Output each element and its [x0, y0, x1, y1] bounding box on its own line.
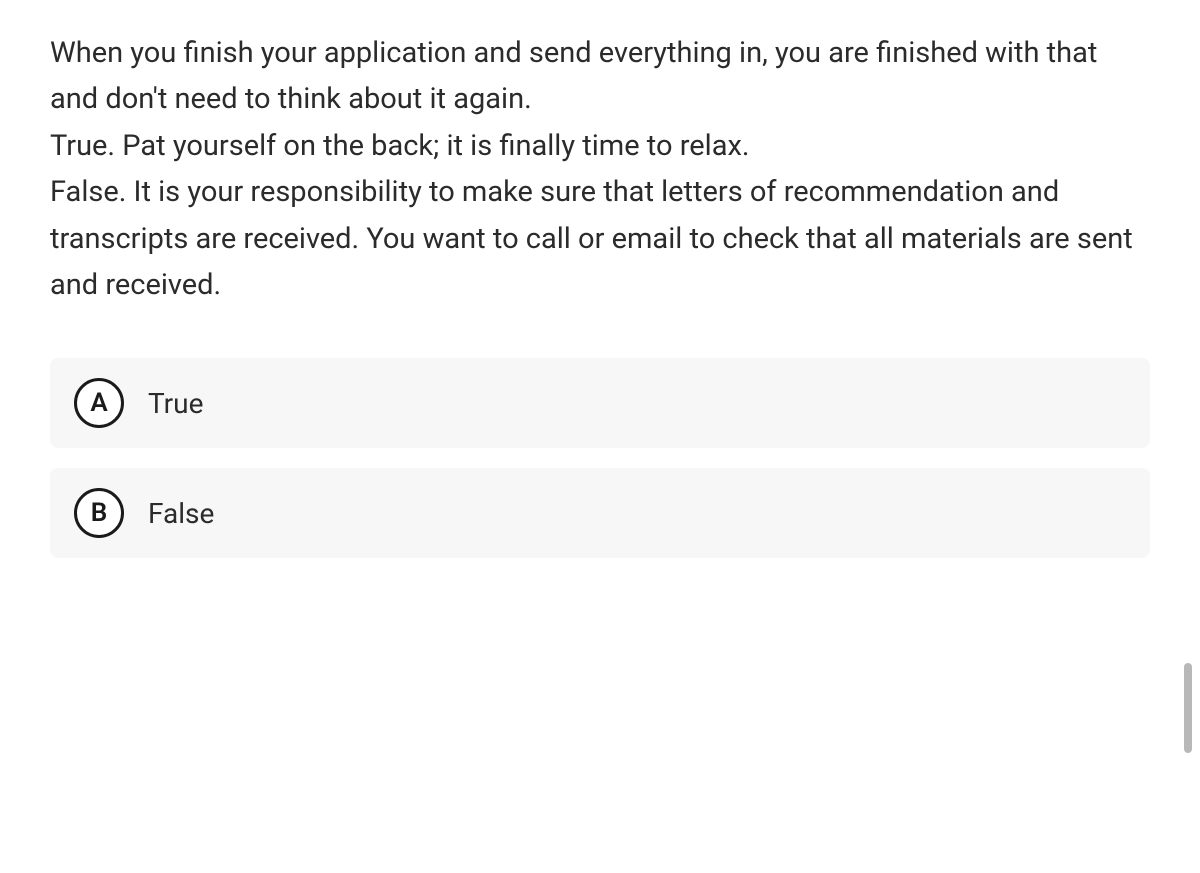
option-a[interactable]: A True [50, 358, 1150, 448]
option-label-b: False [148, 497, 214, 530]
option-letter-b: B [74, 488, 124, 538]
question-text: When you finish your application and sen… [50, 30, 1150, 308]
option-b[interactable]: B False [50, 468, 1150, 558]
option-label-a: True [148, 387, 203, 420]
options-container: A True B False [50, 358, 1150, 558]
scrollbar-thumb[interactable] [1184, 663, 1192, 753]
option-letter-a: A [74, 378, 124, 428]
